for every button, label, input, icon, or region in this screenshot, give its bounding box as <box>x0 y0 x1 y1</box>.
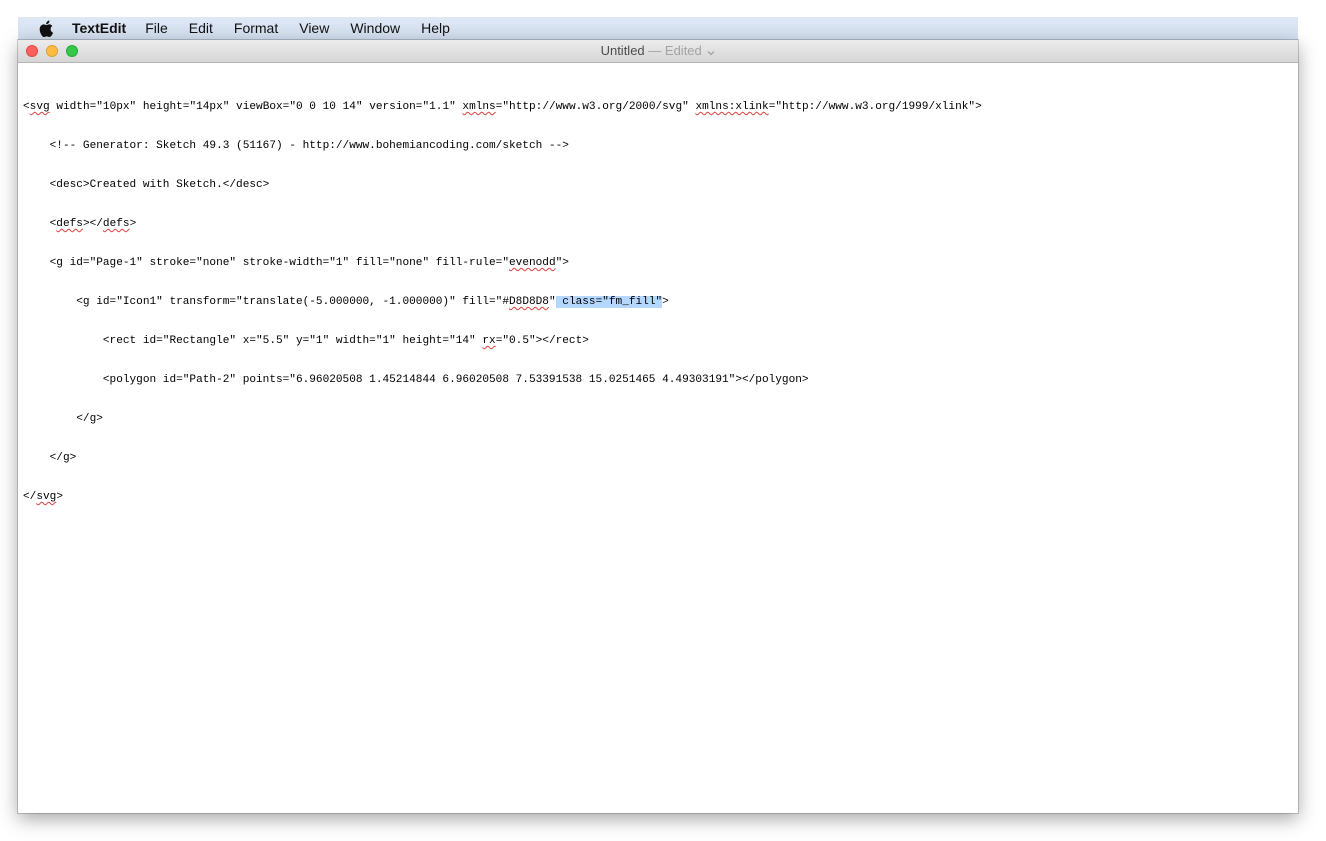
screen: TextEdit File Edit Format View Window He… <box>0 0 1326 841</box>
title-bar[interactable]: Untitled — Edited <box>18 40 1298 63</box>
window-title[interactable]: Untitled — Edited <box>18 40 1298 62</box>
misspelled-word: xmlns <box>462 101 496 113</box>
textedit-window: Untitled — Edited <svg width="10px" heig… <box>18 40 1298 813</box>
misspelled-word: evenodd <box>509 257 556 269</box>
apple-logo-icon[interactable] <box>38 20 54 38</box>
chevron-down-icon[interactable] <box>707 41 715 63</box>
misspelled-word: defs <box>56 218 83 230</box>
text-line: <!-- Generator: Sketch 49.3 (51167) - ht… <box>23 140 569 152</box>
misspelled-word: rx <box>482 335 496 347</box>
text-line: <g id="Icon1" transform="translate(-5.00… <box>23 296 669 308</box>
text-line: </g> <box>23 413 103 425</box>
menu-app-textedit[interactable]: TextEdit <box>72 17 126 40</box>
misspelled-word: xmlns:xlink <box>695 101 769 113</box>
text-line: <svg width="10px" height="14px" viewBox=… <box>23 101 982 113</box>
text-line: <rect id="Rectangle" x="5.5" y="1" width… <box>23 335 589 347</box>
misspelled-word: svg <box>36 491 57 503</box>
text-editor-area[interactable]: <svg width="10px" height="14px" viewBox=… <box>23 75 1288 530</box>
misspelled-word: D8D8D8 <box>509 296 549 308</box>
menu-view[interactable]: View <box>299 17 329 40</box>
menu-help[interactable]: Help <box>421 17 450 40</box>
menu-edit[interactable]: Edit <box>189 17 213 40</box>
title-separator: — <box>648 43 662 58</box>
text-line: <g id="Page-1" stroke="none" stroke-widt… <box>23 257 569 269</box>
document-name: Untitled <box>600 43 645 58</box>
menu-file[interactable]: File <box>145 17 168 40</box>
menu-format[interactable]: Format <box>234 17 278 40</box>
misspelled-word: svg <box>29 101 50 113</box>
selected-text: class="fm_fill" <box>555 296 663 308</box>
menu-bar: TextEdit File Edit Format View Window He… <box>18 17 1298 40</box>
text-line: <defs></defs> <box>23 218 137 230</box>
text-line: <polygon id="Path-2" points="6.96020508 … <box>23 374 809 386</box>
menu-window[interactable]: Window <box>350 17 400 40</box>
misspelled-word: defs <box>102 218 130 230</box>
text-line: <desc>Created with Sketch.</desc> <box>23 179 270 191</box>
edited-status: Edited <box>664 43 702 58</box>
text-line: </g> <box>23 452 77 464</box>
text-line: </svg> <box>23 491 63 503</box>
